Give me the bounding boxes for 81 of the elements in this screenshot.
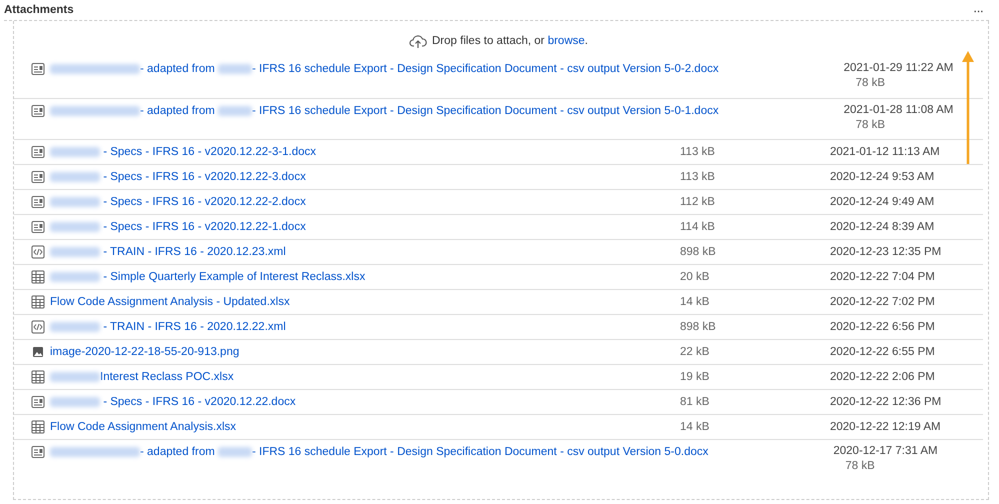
file-date: 2020-12-24 9:53 AM (830, 171, 936, 183)
file-size: 78 kB (845, 460, 875, 472)
file-link[interactable]: - adapted from (140, 63, 218, 75)
file-link[interactable]: Flow Code Assignment Analysis - Updated.xlsx (50, 296, 290, 308)
file-date: 2021-01-29 11:22 AM (844, 62, 954, 74)
file-date: 2020-12-22 6:55 PM (830, 346, 936, 358)
file-date: 2020-12-23 12:35 PM (830, 246, 942, 258)
file-link[interactable]: - Specs - IFRS 16 - v2020.12.22-3-1.docx (100, 146, 316, 158)
spreadsheet-icon (31, 420, 45, 434)
redacted-text (218, 64, 252, 74)
file-date: 2021-01-12 11:13 AM (830, 146, 941, 158)
document-icon (31, 445, 45, 459)
spreadsheet-icon (31, 270, 45, 284)
document-icon (31, 170, 45, 184)
file-date: 2020-12-17 7:31 AM (833, 445, 938, 457)
file-size: 20 kB (680, 271, 710, 283)
document-icon (31, 395, 45, 409)
file-link[interactable]: - Specs - IFRS 16 - v2020.12.22-3.docx (100, 171, 306, 183)
file-link[interactable]: - IFRS 16 schedule Export - Design Specification Document - csv output Version 5-0-1.docx (252, 105, 719, 117)
file-link[interactable]: - TRAIN - IFRS 16 - 2020.12.23.xml (100, 246, 286, 258)
file-date: 2020-12-24 8:39 AM (830, 221, 936, 233)
file-size: 898 kB (680, 246, 717, 258)
browse-link[interactable]: browse (548, 35, 585, 47)
file-size: 19 kB (680, 371, 710, 383)
file-date: 2021-01-28 11:08 AM (844, 104, 954, 116)
document-icon (31, 62, 45, 76)
file-size: 112 kB (680, 196, 716, 208)
spreadsheet-icon (31, 295, 45, 309)
file-date: 2020-12-22 12:36 PM (830, 396, 942, 408)
file-link[interactable]: Interest Reclass POC.xlsx (100, 371, 234, 383)
up-arrow-icon (961, 50, 975, 164)
file-size: 114 kB (680, 221, 716, 233)
file-date: 2020-12-24 9:49 AM (830, 196, 936, 208)
redacted-text (218, 447, 252, 457)
file-link[interactable]: image-2020-12-22-18-55-20-913.png (50, 346, 240, 358)
image-icon (31, 345, 45, 359)
code-file-icon (31, 320, 45, 334)
file-size: 14 kB (680, 421, 710, 433)
file-link[interactable]: - Specs - IFRS 16 - v2020.12.22-1.docx (100, 221, 306, 233)
document-icon (31, 195, 45, 209)
redacted-text (50, 272, 100, 282)
document-icon (31, 220, 45, 234)
more-menu-button[interactable]: ··· (971, 2, 985, 18)
file-date: 2020-12-22 2:06 PM (830, 371, 936, 383)
redacted-text (50, 172, 100, 182)
file-size: 22 kB (680, 346, 710, 358)
file-link[interactable]: - adapted from (140, 446, 218, 458)
file-size: 81 kB (680, 396, 710, 408)
redacted-text (50, 197, 100, 207)
file-size: 14 kB (680, 296, 710, 308)
file-link[interactable]: - TRAIN - IFRS 16 - 2020.12.22.xml (100, 321, 286, 333)
file-link[interactable]: - adapted from (140, 105, 218, 117)
file-size: 898 kB (680, 321, 717, 333)
redacted-text (50, 372, 100, 382)
redacted-text (50, 147, 100, 157)
file-link[interactable]: - Specs - IFRS 16 - v2020.12.22.docx (100, 396, 296, 408)
document-icon (31, 104, 45, 118)
file-size: 78 kB (856, 77, 886, 89)
code-file-icon (31, 245, 45, 259)
file-size: 113 kB (680, 146, 716, 158)
cloud-upload-icon (409, 34, 427, 48)
document-icon (31, 145, 45, 159)
file-size: 78 kB (856, 119, 886, 131)
redacted-text (50, 247, 100, 257)
file-link[interactable]: Flow Code Assignment Analysis.xlsx (50, 421, 236, 433)
file-link[interactable]: - IFRS 16 schedule Export - Design Specification Document - csv output Version 5-0-2.docx (252, 63, 719, 75)
redacted-text (50, 397, 100, 407)
spreadsheet-icon (31, 370, 45, 384)
dropzone-text: Drop files to attach, or browse. (432, 35, 588, 47)
redacted-text (50, 222, 100, 232)
file-size: 113 kB (680, 171, 716, 183)
file-link[interactable]: - IFRS 16 schedule Export - Design Specification Document - csv output Version 5-0.docx (252, 446, 708, 458)
file-date: 2020-12-22 6:56 PM (830, 321, 936, 333)
section-title: Attachments (4, 4, 74, 16)
redacted-text (218, 106, 252, 116)
file-date: 2020-12-22 7:04 PM (830, 271, 936, 283)
file-date: 2020-12-22 12:19 AM (830, 421, 942, 433)
file-link[interactable]: - Specs - IFRS 16 - v2020.12.22-2.docx (100, 196, 306, 208)
file-date: 2020-12-22 7:02 PM (830, 296, 936, 308)
file-link[interactable]: - Simple Quarterly Example of Interest Reclass.xlsx (100, 271, 366, 283)
redacted-text (50, 322, 100, 332)
